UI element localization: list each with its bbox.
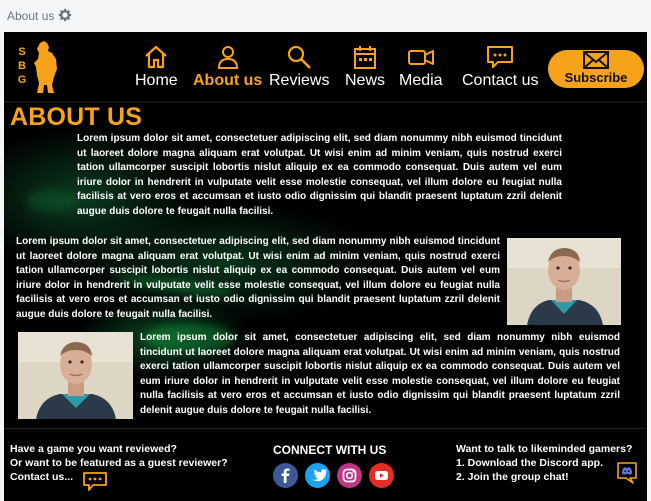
nav-news-label: News	[345, 72, 386, 89]
logo-letter: B	[18, 60, 26, 72]
website-page: S B G Home About us Reviews News Media C…	[4, 32, 647, 501]
calendar-icon	[354, 46, 376, 69]
nav-home[interactable]: Home	[135, 44, 178, 90]
envelope-icon	[583, 51, 609, 69]
portrait-image	[507, 238, 621, 325]
footer-line: Have a game you want reviewed?	[10, 443, 177, 455]
nav-home-label: Home	[135, 72, 178, 89]
nav-contact-us[interactable]: Contact us	[462, 44, 538, 90]
about-paragraph: Lorem ipsum dolor sit amet, consectetuer…	[77, 133, 562, 217]
connect-title: CONNECT WITH US	[273, 443, 387, 457]
nav-contact-us-label: Contact us	[462, 72, 539, 89]
logo-letter: S	[18, 46, 26, 58]
nav-about-us[interactable]: About us	[193, 44, 262, 90]
background-decoration	[26, 189, 76, 213]
tab-title[interactable]: About us	[7, 9, 54, 23]
person-icon	[217, 46, 238, 69]
footer-line: 2. Join the group chat!	[456, 471, 569, 483]
footer-contact-link[interactable]: Contact us...	[10, 471, 73, 483]
youtube-icon[interactable]	[369, 463, 394, 488]
nav-reviews[interactable]: Reviews	[269, 44, 329, 90]
site-footer: Have a game you want reviewed? Or want t…	[4, 428, 647, 501]
search-icon	[288, 45, 312, 69]
nav-about-us-label: About us	[193, 72, 263, 89]
home-icon	[145, 45, 168, 69]
tab-bar: About us	[0, 0, 651, 32]
instagram-icon[interactable]	[337, 463, 362, 488]
gear-icon[interactable]	[58, 8, 72, 22]
footer-contact-text: Have a game you want reviewed? Or want t…	[10, 442, 228, 491]
twitter-icon[interactable]	[305, 463, 330, 488]
subscribe-button[interactable]: Subscribe	[548, 50, 644, 88]
profile-photo	[18, 332, 133, 419]
footer-line: Or want to be featured as a guest review…	[10, 457, 228, 469]
site-header: S B G Home About us Reviews News Media C…	[4, 32, 647, 103]
logo-letter: G	[17, 74, 27, 86]
about-content: ABOUT US Lorem ipsum dolor sit amet, con…	[4, 103, 647, 428]
nav-news[interactable]: News	[345, 44, 385, 90]
subscribe-label: Subscribe	[564, 70, 628, 85]
facebook-icon[interactable]	[273, 463, 298, 488]
nav-reviews-label: Reviews	[269, 72, 330, 89]
discord-icon[interactable]	[616, 461, 638, 485]
footer-line: 1. Download the Discord app.	[456, 457, 604, 469]
chat-bubble-icon	[487, 46, 514, 68]
footer-line: Want to talk to likeminded gamers?	[456, 443, 633, 455]
portrait-image	[18, 332, 133, 419]
about-paragraph: Lorem ipsum dolor sit amet, consectetuer…	[16, 236, 500, 320]
bear-silhouette-icon	[34, 41, 57, 93]
video-camera-icon	[407, 50, 434, 65]
footer-discord-text: Want to talk to likeminded gamers? 1. Do…	[456, 442, 632, 484]
page-title: ABOUT US	[10, 103, 143, 131]
nav-media[interactable]: Media	[399, 44, 443, 90]
about-paragraph: Lorem ipsum dolor sit amet, consectetuer…	[140, 332, 620, 416]
chat-bubble-icon[interactable]	[82, 470, 108, 492]
site-logo[interactable]: S B G	[12, 39, 60, 95]
profile-photo	[507, 238, 621, 325]
nav-media-label: Media	[399, 72, 443, 89]
